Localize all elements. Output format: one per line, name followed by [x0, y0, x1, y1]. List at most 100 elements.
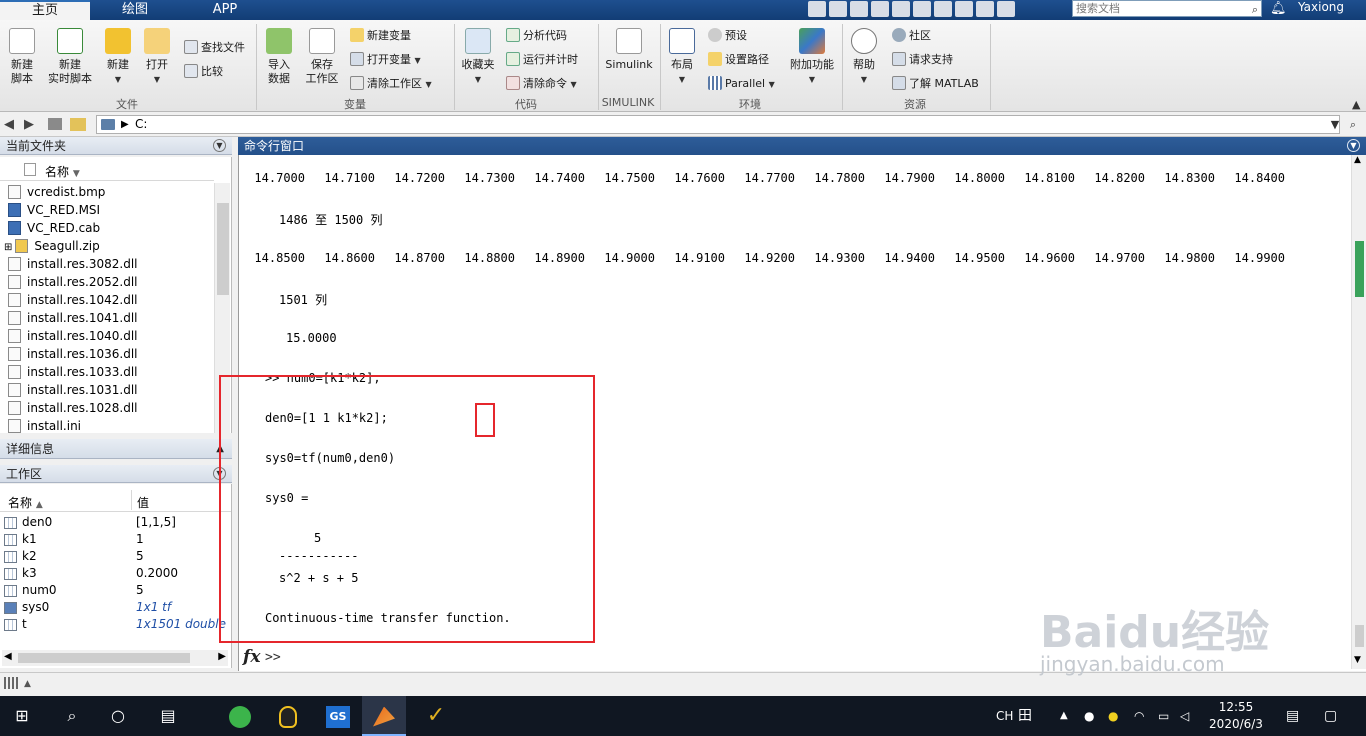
workspace-variable-row[interactable]: num0 5: [0, 582, 231, 599]
save-icon[interactable]: [829, 1, 847, 17]
windows-start-icon[interactable]: ⊞: [0, 696, 44, 736]
parallel-button[interactable]: Parallel ▼: [708, 76, 775, 92]
qq-app-icon[interactable]: [266, 696, 310, 736]
current-folder-path-field[interactable]: ▶ C:: [96, 115, 1340, 134]
details-title[interactable]: 详细信息 ▲: [0, 439, 232, 459]
scrollbar-thumb[interactable]: [217, 203, 229, 295]
undo-icon[interactable]: [913, 1, 931, 17]
panel-actions-icon[interactable]: ▼: [1347, 139, 1360, 152]
favorites-button[interactable]: 收藏夹 ▼: [460, 28, 496, 87]
file-list-item[interactable]: ⊞ Seagull.zip: [4, 237, 100, 255]
ime-indicator[interactable]: CH: [996, 696, 1013, 736]
search-folder-icon[interactable]: ⌕: [1344, 116, 1362, 134]
run-icon[interactable]: [808, 1, 826, 17]
qq-tray-icon[interactable]: ●: [1084, 696, 1094, 736]
switch-windows-icon[interactable]: [955, 1, 973, 17]
file-list-scrollbar[interactable]: [214, 183, 230, 433]
browser-app-icon[interactable]: [218, 696, 262, 736]
expand-icon[interactable]: ⊞: [4, 242, 12, 253]
battery-icon[interactable]: ▭: [1158, 696, 1169, 736]
tab-plots[interactable]: 绘图: [90, 0, 180, 20]
file-list-header[interactable]: 名称 ▼: [0, 159, 214, 181]
up-folder-icon[interactable]: [48, 118, 62, 130]
notes-icon[interactable]: ▤: [1286, 696, 1299, 736]
open-button[interactable]: 打开 ▼: [140, 28, 174, 87]
file-list-item[interactable]: VC_RED.cab: [8, 219, 100, 237]
file-list-item[interactable]: install.res.1040.dll: [8, 327, 138, 345]
tray-app-icon[interactable]: ●: [1108, 696, 1118, 736]
set-path-button[interactable]: 设置路径: [708, 52, 769, 67]
file-list-item[interactable]: install.res.1036.dll: [8, 345, 138, 363]
new-live-script-button[interactable]: 新建 实时脚本: [44, 28, 96, 86]
matlab-app-icon[interactable]: [362, 696, 406, 736]
command-window-scrollbar[interactable]: ▲ ▼: [1351, 155, 1366, 669]
browse-folder-icon[interactable]: [70, 118, 86, 131]
file-list-item[interactable]: install.res.1042.dll: [8, 291, 138, 309]
import-data-button[interactable]: 导入 数据: [262, 28, 296, 86]
community-button[interactable]: 社区: [892, 28, 931, 43]
workspace-variable-row[interactable]: k1 1: [0, 531, 231, 548]
scroll-down-icon[interactable]: ▼: [1354, 655, 1361, 665]
help-icon[interactable]: [976, 1, 994, 17]
new-script-button[interactable]: 新建 脚本: [6, 28, 38, 86]
file-list-item[interactable]: install.res.1031.dll: [8, 381, 138, 399]
help-button[interactable]: 帮助 ▼: [848, 28, 880, 87]
search-icon[interactable]: ⌕: [1252, 2, 1258, 17]
compare-button[interactable]: 比较: [184, 64, 223, 79]
scroll-up-icon[interactable]: ▲: [1354, 155, 1361, 165]
new-button[interactable]: 新建 ▼: [102, 28, 134, 87]
user-account[interactable]: Yaxiong: [1298, 0, 1344, 14]
chevron-down-icon[interactable]: [997, 1, 1015, 17]
file-list-item[interactable]: install.res.1033.dll: [8, 363, 138, 381]
back-arrow-icon[interactable]: ◀: [4, 117, 14, 132]
workspace-header[interactable]: 名称 ▲ 值: [0, 488, 231, 512]
path-dropdown-icon[interactable]: ▼: [1326, 116, 1344, 134]
file-list-item[interactable]: VC_RED.MSI: [8, 201, 100, 219]
simulink-button[interactable]: Simulink: [604, 28, 654, 72]
notification-bell-icon[interactable]: 🔔︎: [1270, 0, 1287, 18]
task-view-icon[interactable]: ▤: [146, 696, 190, 736]
copy-icon[interactable]: [871, 1, 889, 17]
command-window[interactable]: 14.7000 14.7100 14.7200 14.7300 14.7400 14.75…: [238, 155, 1366, 671]
ime-mode-icon[interactable]: 田: [1018, 696, 1032, 736]
file-list-item[interactable]: install.res.3082.dll: [8, 255, 138, 273]
cortana-icon[interactable]: ○: [96, 696, 140, 736]
preferences-button[interactable]: 预设: [708, 28, 747, 43]
redo-icon[interactable]: [934, 1, 952, 17]
scroll-right-icon[interactable]: ▶: [218, 651, 226, 662]
workspace-variable-row[interactable]: den0 [1,1,5]: [0, 514, 231, 531]
clear-workspace-button[interactable]: 清除工作区 ▼: [350, 76, 432, 92]
scrollbar-thumb-lower[interactable]: [1355, 625, 1364, 647]
analyze-code-button[interactable]: 分析代码: [506, 28, 567, 43]
file-list-item[interactable]: install.ini: [8, 417, 81, 433]
action-center-icon[interactable]: ▢: [1324, 696, 1337, 736]
collapse-ribbon-icon[interactable]: ▲: [1352, 98, 1360, 111]
tab-home[interactable]: 主页: [0, 0, 90, 20]
workspace-hscrollbar[interactable]: ◀ ▶: [2, 650, 228, 666]
new-variable-button[interactable]: 新建变量: [350, 28, 411, 43]
show-hidden-icons-icon[interactable]: ▲: [1060, 696, 1068, 736]
save-workspace-button[interactable]: 保存 工作区: [302, 28, 342, 86]
scrollbar-thumb[interactable]: [1355, 241, 1364, 297]
checkmark-app-icon[interactable]: ✓: [414, 696, 458, 736]
find-files-button[interactable]: 查找文件: [184, 40, 245, 55]
request-support-button[interactable]: 请求支持: [892, 52, 953, 67]
workspace-variable-row[interactable]: k2 5: [0, 548, 231, 565]
expand-details-icon[interactable]: ▲: [216, 439, 224, 459]
workspace-variable-row[interactable]: sys0 1x1 tf: [0, 599, 231, 616]
wifi-icon[interactable]: ◠: [1134, 696, 1144, 736]
scroll-left-icon[interactable]: ◀: [4, 651, 12, 662]
workspace-variable-row[interactable]: t 1x1501 double: [0, 616, 231, 633]
scrollbar-thumb[interactable]: [18, 653, 190, 663]
learn-matlab-button[interactable]: 了解 MATLAB: [892, 76, 979, 91]
add-ons-button[interactable]: 附加功能 ▼: [788, 28, 836, 87]
workspace-variable-row[interactable]: k3 0.2000: [0, 565, 231, 582]
open-variable-button[interactable]: 打开变量 ▼: [350, 52, 421, 68]
panel-actions-icon[interactable]: ▼: [213, 467, 226, 480]
gs-app-icon[interactable]: GS: [316, 696, 360, 736]
tab-apps[interactable]: APP: [180, 0, 270, 20]
file-list-item[interactable]: install.res.1041.dll: [8, 309, 138, 327]
clear-commands-button[interactable]: 清除命令 ▼: [506, 76, 577, 92]
command-input-line[interactable]: fx >>: [238, 646, 1351, 670]
cut-icon[interactable]: [850, 1, 868, 17]
